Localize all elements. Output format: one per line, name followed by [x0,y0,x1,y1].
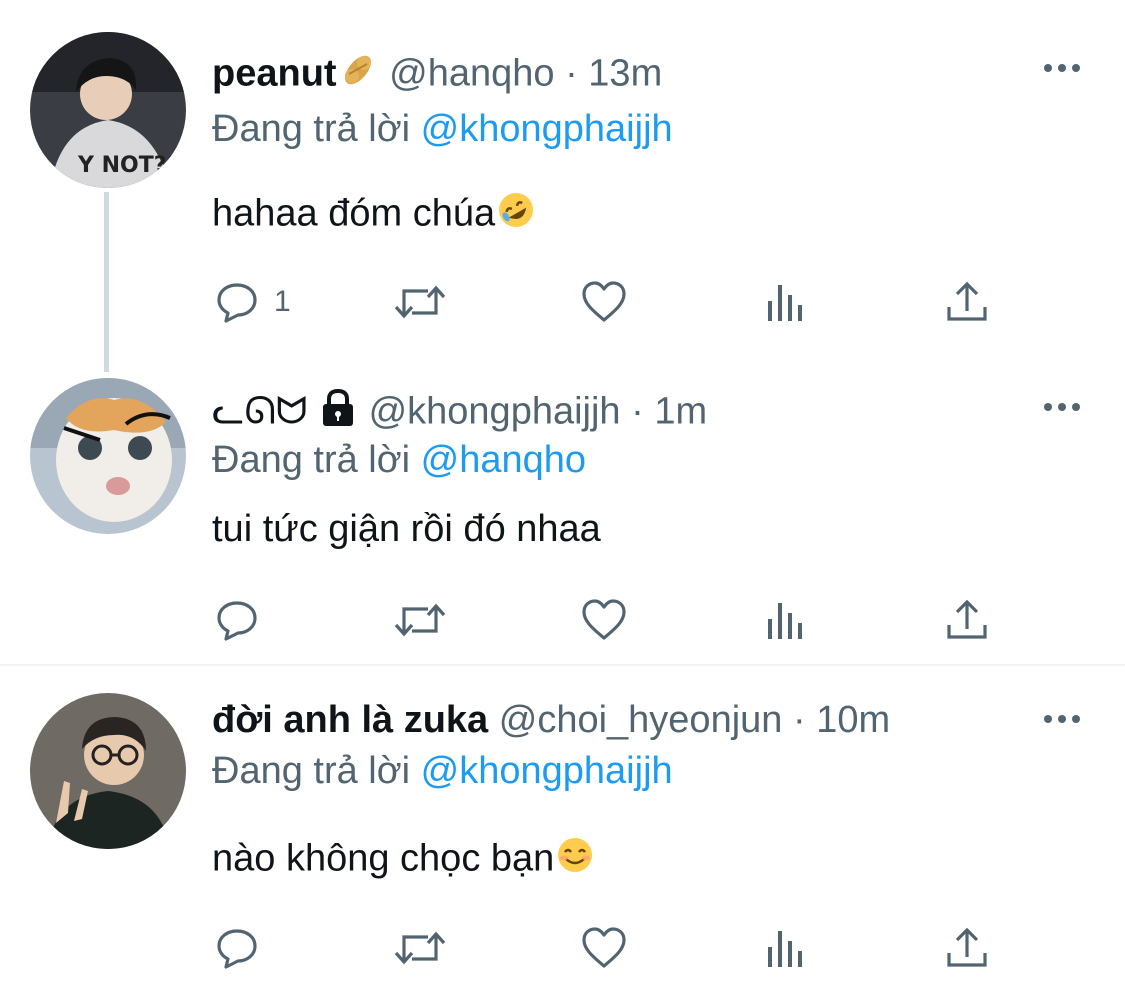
share-button[interactable] [944,595,990,645]
timestamp[interactable]: 13m [588,53,662,95]
avatar[interactable] [30,693,186,849]
tweet-header: ᓚᘏᗢ @khongphaijjh · 1m [212,388,707,439]
like-button[interactable] [580,595,628,645]
separator: · [792,699,806,741]
handle[interactable]: @choi_hyeonjun [499,699,783,741]
separator: · [631,390,644,433]
smiling-face-emoji [554,834,596,887]
avatar[interactable] [30,378,186,534]
heart-icon [582,599,626,640]
tweet-text: nào không chọc bạn [212,834,596,887]
handle[interactable]: @khongphaijjh [369,391,621,433]
display-name[interactable]: đời anh là zuka [212,699,488,741]
retweet-icon [394,603,446,637]
replying-to: Đang trả lời @khongphaijjh [212,106,673,152]
tweet-header: peanut @hanqho · 13m [212,50,662,101]
share-icon [947,281,987,321]
like-button[interactable] [580,923,628,973]
tweet-text: tui tức giận rồi đó nhaa [212,506,601,552]
share-icon [947,927,987,967]
peanut-emoji [337,50,379,101]
more-options-icon[interactable] [1040,58,1084,78]
replying-to: Đang trả lời @khongphaijjh [212,748,673,794]
more-options-icon[interactable] [1040,397,1084,417]
rolling-on-floor-laughing-emoji [495,189,537,242]
analytics-button[interactable] [766,595,806,645]
display-name[interactable]: peanut [212,53,337,95]
analytics-icon [768,285,802,321]
replying-prefix: Đang trả lời [212,750,411,792]
like-button[interactable] [580,277,628,327]
retweet-icon [394,285,446,319]
lock-icon [318,388,358,439]
avatar[interactable]: Y NOT?! [30,32,186,188]
heart-icon [582,927,626,968]
replying-to: Đang trả lời @hanqho [212,437,586,483]
analytics-button[interactable] [766,923,806,973]
tweet[interactable]: ᓚᘏᗢ @khongphaijjh · 1m Đang trả lời @han… [0,370,1125,666]
thread-line [104,192,109,372]
tweet-actions [212,923,1012,973]
tweet[interactable]: đời anh là zuka @choi_hyeonjun · 10m Đan… [0,666,1125,997]
analytics-button[interactable] [766,277,806,327]
retweet-button[interactable] [392,595,448,645]
tweet-actions [212,595,1012,645]
heart-icon [582,281,626,322]
mention-link[interactable]: @khongphaijjh [421,750,673,792]
retweet-icon [394,931,446,965]
reply-icon [217,283,257,323]
reply-button[interactable]: 1 [214,277,291,327]
timestamp[interactable]: 10m [816,699,890,741]
share-button[interactable] [944,923,990,973]
separator: · [565,52,578,95]
tweet-text-body: tui tức giận rồi đó nhaa [212,508,601,550]
tweet-actions: 1 [212,277,1012,327]
replying-prefix: Đang trả lời [212,108,411,150]
tweet-text-body: hahaa đóm chúa [212,192,496,235]
retweet-button[interactable] [392,923,448,973]
analytics-icon [768,931,802,967]
mention-link[interactable]: @hanqho [421,439,586,481]
reply-button[interactable] [214,923,274,973]
svg-text:Y NOT?!: Y NOT?! [77,153,177,178]
tweet-header: đời anh là zuka @choi_hyeonjun · 10m [212,697,890,743]
timestamp[interactable]: 1m [654,391,707,433]
reply-icon [217,601,257,641]
display-name[interactable]: ᓚᘏᗢ [212,391,307,433]
mention-link[interactable]: @khongphaijjh [421,108,673,150]
share-button[interactable] [944,277,990,327]
tweet[interactable]: Y NOT?! peanut @hanqho · 13m Đang trả lờ… [0,0,1125,380]
retweet-button[interactable] [392,277,448,327]
tweet-text-body: nào không chọc bạn [212,837,555,880]
tweet-text: hahaa đóm chúa [212,189,537,242]
reply-icon [217,929,257,969]
share-icon [947,599,987,639]
analytics-icon [768,603,802,639]
more-options-icon[interactable] [1040,709,1084,729]
handle[interactable]: @hanqho [389,53,554,95]
reply-count: 1 [274,285,291,318]
replying-prefix: Đang trả lời [212,439,411,481]
reply-button[interactable] [214,595,274,645]
